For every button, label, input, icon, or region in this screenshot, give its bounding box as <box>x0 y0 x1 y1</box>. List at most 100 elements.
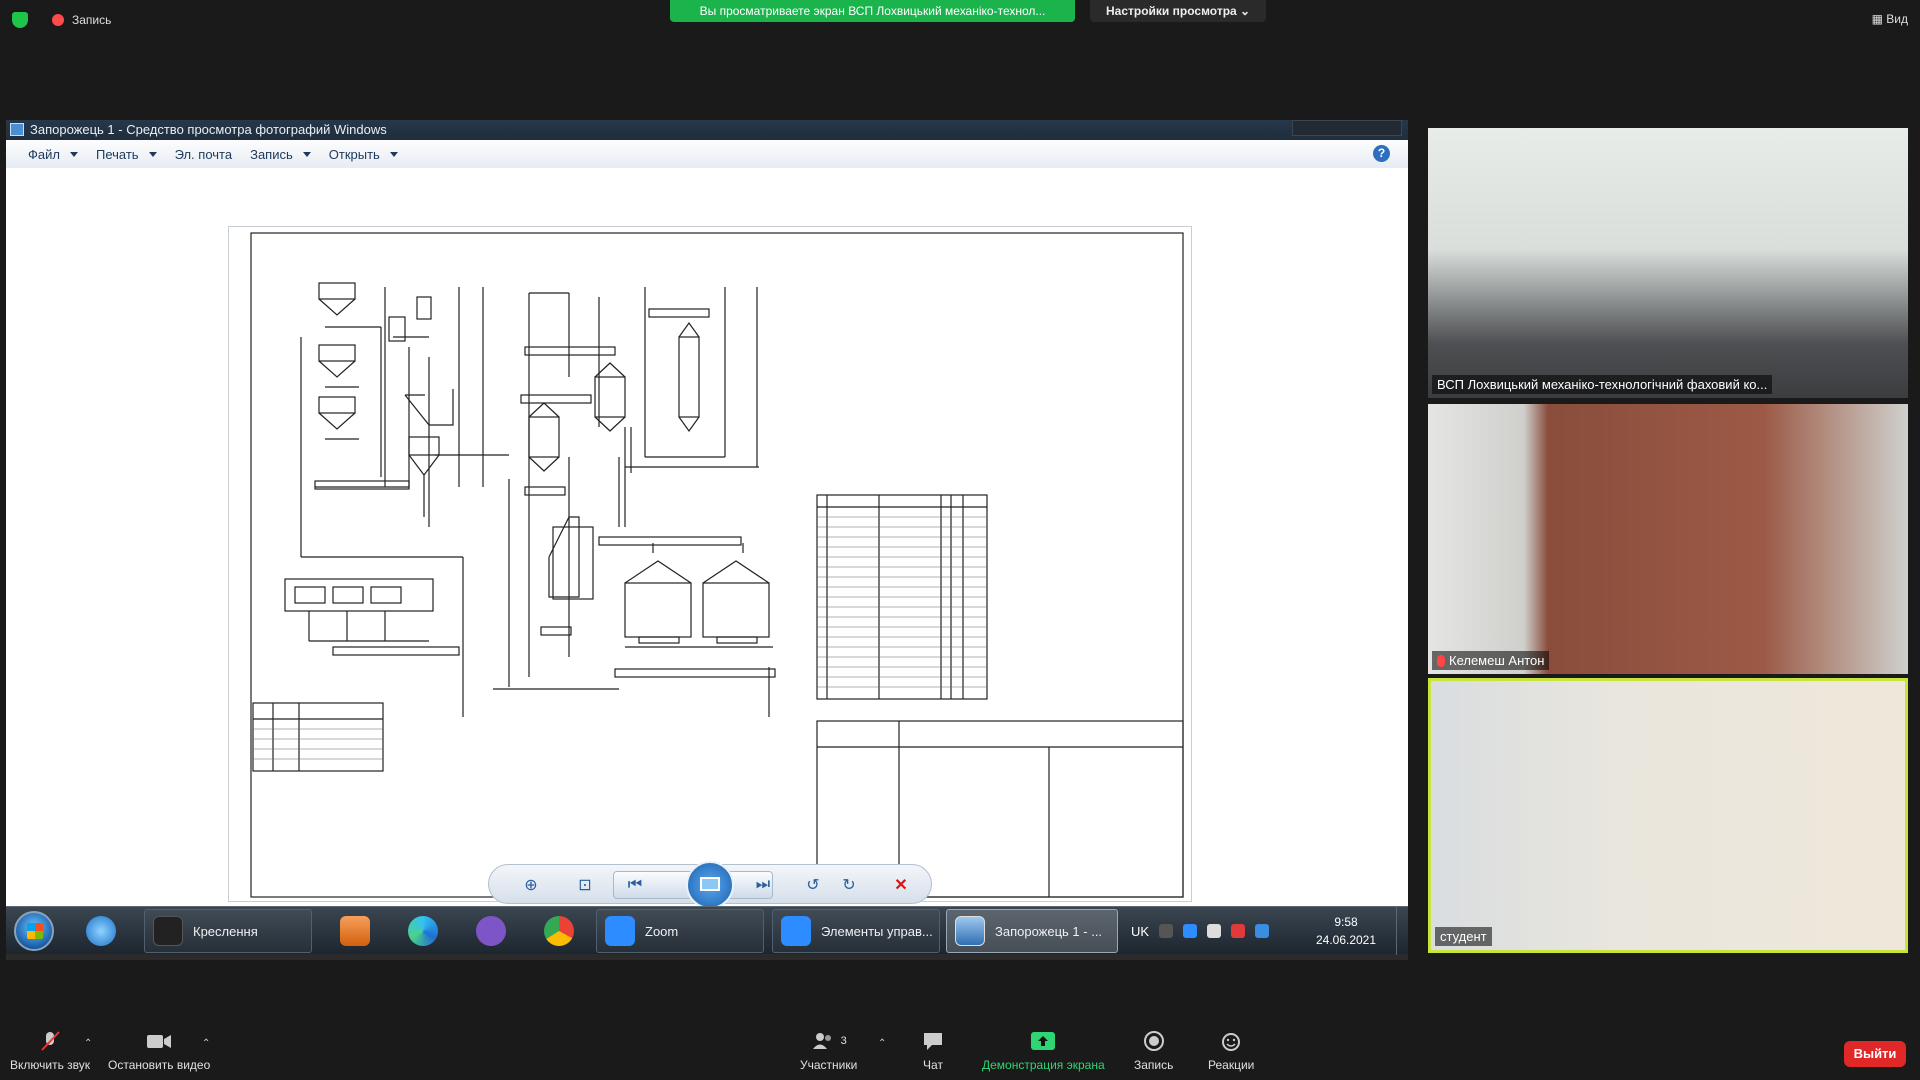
caret-down-icon <box>148 151 157 157</box>
record-icon <box>1143 1030 1165 1052</box>
photo-viewer-menu: Файл Печать Эл. почта Запись Открыть ? <box>6 140 1408 168</box>
menu-email[interactable]: Эл. почта <box>167 147 241 162</box>
view-options-button[interactable]: Настройки просмотра ⌄ <box>1090 0 1267 22</box>
reactions-label: Реакции <box>1208 1058 1255 1072</box>
zoom-icon[interactable]: ⊕ <box>519 873 543 897</box>
menu-file[interactable]: Файл <box>20 147 86 162</box>
system-tray: UK <box>1131 907 1270 955</box>
participant-name: Келемеш Антон <box>1432 651 1550 670</box>
share-screen-icon <box>1030 1030 1056 1052</box>
mic-muted-icon <box>1437 654 1445 667</box>
delete-icon[interactable]: ✕ <box>889 873 913 897</box>
microphone-muted-icon <box>39 1030 61 1052</box>
schematic-drawing <box>250 232 1184 898</box>
participants-caret-icon[interactable]: ⌃ <box>878 1038 886 1049</box>
participant-name-label: Келемеш Антон <box>1449 653 1545 668</box>
menu-email-label: Эл. почта <box>174 146 233 162</box>
reactions-smiley-icon <box>1220 1030 1242 1052</box>
menu-burn-label: Запись <box>250 146 293 162</box>
chrome-button[interactable] <box>536 909 574 953</box>
media-player-button[interactable] <box>332 909 370 953</box>
security-shield-icon[interactable] <box>12 12 28 28</box>
share-screen-button[interactable]: Демонстрация экрана <box>982 1030 1105 1072</box>
caret-down-icon <box>389 151 398 157</box>
next-icon[interactable]: ⏭ <box>751 873 775 897</box>
record-label: Запись <box>1134 1058 1174 1072</box>
language-indicator[interactable]: UK <box>1131 924 1149 939</box>
unmute-button[interactable]: Включить звук <box>10 1030 90 1072</box>
windows-taskbar: Креслення Zoom Элементы управ... Запорож… <box>6 906 1408 955</box>
chrome-icon <box>544 916 574 946</box>
media-player-icon <box>340 916 370 946</box>
fit-to-window-icon[interactable]: ⊡ <box>573 873 597 897</box>
antivirus-icon[interactable] <box>1231 924 1246 938</box>
video-tile-anton[interactable]: Келемеш Антон <box>1428 404 1908 674</box>
participants-button[interactable]: 3 Участники <box>800 1030 857 1072</box>
video-tile-college[interactable]: ВСП Лохвицький механіко-технологічний фа… <box>1428 128 1908 398</box>
clock-time: 9:58 <box>1334 915 1358 929</box>
leave-button[interactable]: Выйти <box>1844 1041 1906 1067</box>
participant-name: студент <box>1435 927 1492 946</box>
view-button[interactable]: ▦ Вид <box>1872 12 1908 26</box>
ie-taskbar-button[interactable] <box>78 909 116 953</box>
video-camera-icon <box>146 1030 172 1052</box>
reactions-button[interactable]: Реакции <box>1208 1030 1254 1072</box>
record-button[interactable]: Запись <box>1134 1030 1173 1072</box>
participants-icon: 3 <box>811 1030 847 1052</box>
taskbar-item-control-panel[interactable]: Элементы управ... <box>772 909 940 953</box>
participants-count: 3 <box>840 1035 847 1047</box>
menu-open-label: Открыть <box>328 146 380 162</box>
edge-button[interactable] <box>400 909 438 953</box>
clipboard-icon[interactable] <box>1207 924 1222 938</box>
technical-drawing-image <box>228 226 1192 902</box>
start-button[interactable] <box>14 911 54 951</box>
participant-name-label: ВСП Лохвицький механіко-технологічний фа… <box>1437 377 1768 392</box>
internet-explorer-icon <box>86 916 116 946</box>
participants-label: Участники <box>800 1058 858 1072</box>
network-icon[interactable] <box>1159 924 1174 938</box>
zoom-bottom-toolbar: Включить звук ⌃ Остановить видео ⌃ 3 Уча… <box>0 1024 1920 1080</box>
taskbar-item-zoom[interactable]: Zoom <box>596 909 764 953</box>
slideshow-button[interactable] <box>686 861 734 909</box>
viber-icon <box>476 916 506 946</box>
rotate-right-icon[interactable]: ↻ <box>837 873 861 897</box>
menu-print[interactable]: Печать <box>88 147 165 162</box>
camera-tray-icon[interactable] <box>1255 924 1270 938</box>
taskbar-item-drawing[interactable]: Креслення <box>144 909 312 953</box>
viber-button[interactable] <box>468 909 506 953</box>
chat-label: Чат <box>923 1058 943 1072</box>
video-options-caret-icon[interactable]: ⌃ <box>202 1038 210 1049</box>
photo-viewer-icon <box>955 916 985 946</box>
chat-bubble-icon <box>922 1030 944 1052</box>
window-buttons[interactable] <box>1292 120 1402 136</box>
shared-screen: Запорожець 1 - Средство просмотра фотогр… <box>6 120 1408 960</box>
chat-button[interactable]: Чат <box>922 1030 944 1072</box>
taskbar-item-photo-viewer[interactable]: Запорожець 1 - ... <box>946 909 1118 953</box>
video-tile-student[interactable]: студент <box>1428 678 1908 953</box>
photo-viewer-title: Запорожець 1 - Средство просмотра фотогр… <box>30 122 387 137</box>
caret-down-icon <box>302 151 311 157</box>
drawing-app-icon <box>153 916 183 946</box>
menu-open[interactable]: Открыть <box>321 147 406 162</box>
share-screen-label: Демонстрация экрана <box>982 1058 1105 1072</box>
previous-icon[interactable]: ⏮ <box>623 873 647 897</box>
stop-video-button[interactable]: Остановить видео <box>108 1030 210 1072</box>
participant-name: ВСП Лохвицький механіко-технологічний фа… <box>1432 375 1773 394</box>
menu-burn[interactable]: Запись <box>242 147 319 162</box>
view-options-label: Настройки просмотра <box>1106 4 1237 18</box>
taskbar-item-label: Креслення <box>193 923 258 939</box>
caret-down-icon <box>69 151 78 157</box>
taskbar-item-label: Запорожець 1 - ... <box>995 923 1103 939</box>
help-icon[interactable]: ? <box>1373 145 1390 162</box>
stop-video-label: Остановить видео <box>108 1058 211 1072</box>
taskbar-clock[interactable]: 9:58 24.06.2021 <box>1306 913 1386 949</box>
show-desktop-button[interactable] <box>1396 907 1408 955</box>
recording-indicator: Запись <box>12 12 111 28</box>
taskbar-item-label: Zoom <box>645 923 679 939</box>
zoom-app-icon <box>605 916 635 946</box>
rotate-left-icon[interactable]: ↺ <box>801 873 825 897</box>
menu-print-label: Печать <box>95 146 139 162</box>
audio-options-caret-icon[interactable]: ⌃ <box>84 1038 92 1049</box>
photo-area <box>6 168 1408 906</box>
zoom-tray-icon[interactable] <box>1183 924 1198 938</box>
